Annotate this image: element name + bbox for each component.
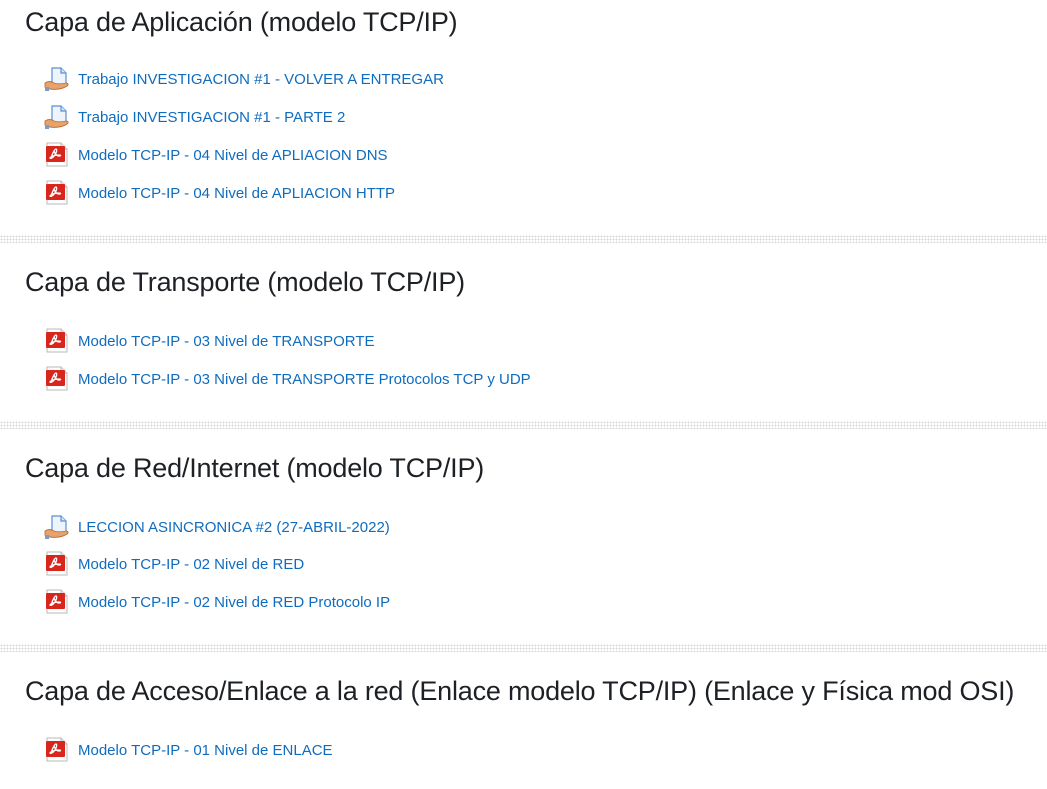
activity-link[interactable]: Modelo TCP-IP - 02 Nivel de RED [78,556,304,573]
activity-assignment[interactable]: Trabajo INVESTIGACION #1 - VOLVER A ENTR… [44,64,444,94]
section-divider [0,644,1047,652]
pdf-icon [44,589,70,615]
pdf-icon [44,551,70,577]
section-title: Capa de Aplicación (modelo TCP/IP) [25,7,458,37]
activity-pdf[interactable]: Modelo TCP-IP - 04 Nivel de APLIACION DN… [44,140,388,170]
activity-link[interactable]: Trabajo INVESTIGACION #1 - PARTE 2 [78,109,345,126]
activity-link[interactable]: Modelo TCP-IP - 04 Nivel de APLIACION DN… [78,147,388,164]
assignment-icon [44,104,70,130]
activity-link[interactable]: Modelo TCP-IP - 03 Nivel de TRANSPORTE [78,333,375,350]
pdf-icon [44,366,70,392]
activity-pdf[interactable]: Modelo TCP-IP - 03 Nivel de TRANSPORTE P… [44,364,531,394]
pdf-icon [44,328,70,354]
section-title: Capa de Red/Internet (modelo TCP/IP) [25,453,485,483]
activity-assignment[interactable]: LECCION ASINCRONICA #2 (27-ABRIL-2022) [44,512,390,542]
activity-link[interactable]: Modelo TCP-IP - 01 Nivel de ENLACE [78,742,333,759]
assignment-icon [44,66,70,92]
assignment-icon [44,514,70,540]
pdf-icon [44,180,70,206]
activity-pdf[interactable]: Modelo TCP-IP - 02 Nivel de RED Protocol… [44,587,390,617]
section-title: Capa de Transporte (modelo TCP/IP) [25,267,465,297]
activity-pdf[interactable]: Modelo TCP-IP - 01 Nivel de ENLACE [44,735,333,765]
section-divider [0,421,1047,429]
activity-link[interactable]: LECCION ASINCRONICA #2 (27-ABRIL-2022) [78,519,390,536]
pdf-icon [44,737,70,763]
activity-link[interactable]: Modelo TCP-IP - 02 Nivel de RED Protocol… [78,594,390,611]
activity-link[interactable]: Modelo TCP-IP - 04 Nivel de APLIACION HT… [78,185,395,202]
activity-pdf[interactable]: Modelo TCP-IP - 04 Nivel de APLIACION HT… [44,178,395,208]
activity-link[interactable]: Modelo TCP-IP - 03 Nivel de TRANSPORTE P… [78,371,531,388]
activity-pdf[interactable]: Modelo TCP-IP - 03 Nivel de TRANSPORTE [44,326,375,356]
activity-assignment[interactable]: Trabajo INVESTIGACION #1 - PARTE 2 [44,102,345,132]
section-title: Capa de Acceso/Enlace a la red (Enlace m… [25,676,1015,706]
pdf-icon [44,142,70,168]
section-divider [0,235,1047,243]
activity-pdf[interactable]: Modelo TCP-IP - 02 Nivel de RED [44,549,304,579]
activity-link[interactable]: Trabajo INVESTIGACION #1 - VOLVER A ENTR… [78,71,444,88]
